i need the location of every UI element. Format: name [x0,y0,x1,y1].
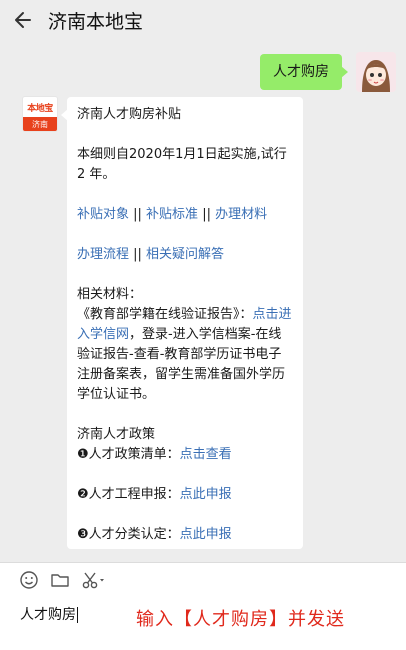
link-subsidy-target[interactable]: 补贴对象 [77,207,129,222]
instruction-annotation: 输入【人才购房】并发送 [136,609,345,630]
chat-area[interactable]: 人才购房 本地宝 济南 济南人才购房补贴 本细则自2020年1月1日起实施,试行… [0,40,406,562]
policy-item-1-label: ❶人才政策清单： [77,447,180,462]
received-message-row: 本地宝 济南 济南人才购房补贴 本细则自2020年1月1日起实施,试行2 年。 … [22,96,303,549]
file-button[interactable] [49,569,71,591]
link-materials[interactable]: 办理材料 [215,207,267,222]
chat-title: 济南本地宝 [48,10,144,33]
message-input-value: 人才购房 [20,607,76,623]
link-classification-apply[interactable]: 点此申报 [180,527,232,542]
emoji-icon [20,571,38,589]
materials-text-before: 《教育部学籍在线验证报告》： [77,307,253,322]
arrow-left-icon [15,12,31,28]
message-title: 济南人才购房补贴 [77,107,182,122]
policy-item-2: ❷人才工程申报：点此申报 [77,485,293,505]
text-caret [77,607,78,623]
input-toolbar [0,563,117,597]
separator: || [129,207,147,222]
input-area: 人才购房 输入【人才购房】并发送 [0,562,406,650]
received-message-bubble[interactable]: 济南人才购房补贴 本细则自2020年1月1日起实施,试行2 年。 补贴对象 ||… [61,97,303,549]
sent-message-bubble[interactable]: 人才购房 [260,54,348,90]
links-row-2: 办理流程 || 相关疑问解答 [77,245,293,265]
brand-logo-text: 本地宝 [27,103,53,114]
link-process[interactable]: 办理流程 [77,247,129,262]
screenshot-button[interactable] [80,569,108,591]
materials-label: 相关材料： [77,287,143,302]
materials-text: 《教育部学籍在线验证报告》：点击进入学信网，登录-进入学信档案-在线验证报告-查… [77,305,293,405]
message-intro: 本细则自2020年1月1日起实施,试行2 年。 [77,147,287,182]
separator: || [129,247,147,262]
policy-heading: 济南人才政策 [77,427,156,442]
brand-logo-city: 济南 [23,117,57,131]
message-input[interactable]: 人才购房 [20,605,78,625]
link-policy-list[interactable]: 点击查看 [180,447,232,462]
link-project-apply[interactable]: 点此申报 [180,487,232,502]
links-row-1: 补贴对象 || 补贴标准 || 办理材料 [77,205,293,225]
scissors-icon [82,572,104,589]
emoji-button[interactable] [18,569,40,591]
policy-item-3-label: ❸人才分类认定： [77,527,180,542]
user-avatar[interactable] [356,52,396,92]
policy-item-2-label: ❷人才工程申报： [77,487,180,502]
account-avatar[interactable]: 本地宝 济南 [22,96,58,132]
link-subsidy-standard[interactable]: 补贴标准 [146,207,198,222]
back-button[interactable] [0,0,46,40]
separator: || [198,207,216,222]
folder-icon [51,574,69,587]
sent-message-row: 人才购房 [260,46,406,92]
policy-item-3: ❸人才分类认定：点此申报 [77,525,293,545]
policy-item-1: ❶人才政策清单：点击查看 [77,445,293,465]
user-avatar-image [356,52,396,92]
link-faq[interactable]: 相关疑问解答 [146,247,224,262]
top-bar: 济南本地宝 [0,0,406,40]
